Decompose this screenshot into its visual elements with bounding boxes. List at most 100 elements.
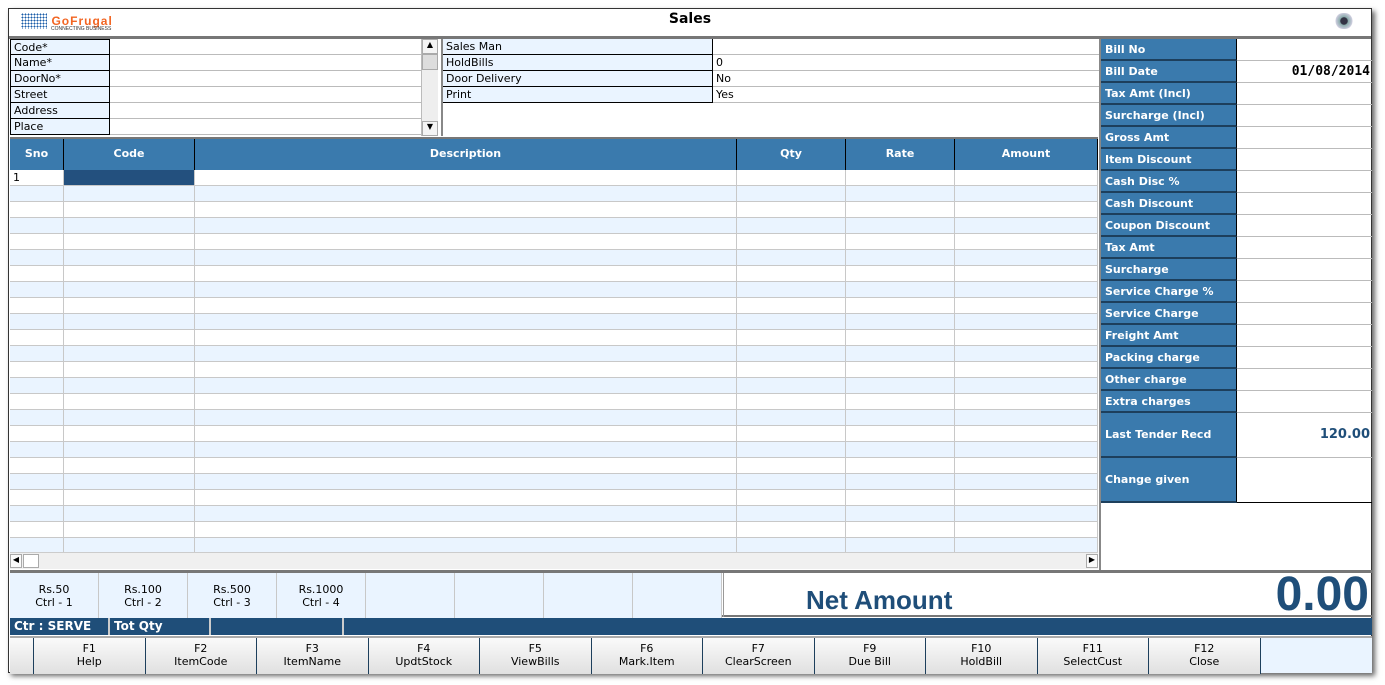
table-cell-code[interactable] (64, 378, 195, 394)
scroll-left-arrow[interactable]: ◀ (10, 554, 22, 568)
table-cell-rate[interactable] (846, 186, 955, 202)
table-cell-sno[interactable] (10, 234, 64, 250)
table-cell-amount[interactable] (955, 362, 1098, 378)
table-row[interactable] (10, 186, 1098, 202)
table-cell-qty[interactable] (737, 522, 846, 538)
summary-value-packing-charge[interactable] (1237, 347, 1372, 369)
summary-value-tax-amt-incl-[interactable] (1237, 83, 1372, 105)
sale-info-value[interactable] (713, 39, 1099, 55)
summary-value-service-charge-[interactable] (1237, 281, 1372, 303)
table-row[interactable] (10, 266, 1098, 282)
table-row[interactable] (10, 474, 1098, 490)
table-row[interactable] (10, 522, 1098, 538)
table-cell-amount[interactable] (955, 202, 1098, 218)
table-cell-rate[interactable] (846, 522, 955, 538)
table-cell-code[interactable] (64, 442, 195, 458)
scroll-down-arrow[interactable]: ▼ (422, 121, 438, 136)
h-scroll-thumb[interactable] (23, 554, 39, 568)
table-cell-qty[interactable] (737, 330, 846, 346)
table-row[interactable] (10, 394, 1098, 410)
table-cell-amount[interactable] (955, 506, 1098, 522)
grid-horizontal-scrollbar[interactable]: ◀ ▶ (10, 552, 1098, 569)
table-cell-amount[interactable] (955, 170, 1098, 186)
table-cell-rate[interactable] (846, 218, 955, 234)
table-cell-description[interactable] (195, 186, 737, 202)
table-cell-code[interactable] (64, 458, 195, 474)
fkey-itemname-button[interactable]: F3 ItemName (257, 638, 369, 674)
table-row[interactable] (10, 490, 1098, 506)
table-cell-code[interactable] (64, 234, 195, 250)
table-cell-rate[interactable] (846, 458, 955, 474)
table-cell-sno[interactable] (10, 474, 64, 490)
table-cell-amount[interactable] (955, 346, 1098, 362)
table-cell-code[interactable] (64, 202, 195, 218)
table-cell-sno[interactable] (10, 426, 64, 442)
table-cell-amount[interactable] (955, 250, 1098, 266)
table-cell-amount[interactable] (955, 490, 1098, 506)
table-cell-rate[interactable] (846, 250, 955, 266)
table-cell-description[interactable] (195, 458, 737, 474)
denomination-button[interactable]: Rs.1000 Ctrl - 4 (277, 573, 366, 618)
table-cell-qty[interactable] (737, 218, 846, 234)
table-cell-sno[interactable] (10, 362, 64, 378)
summary-value-coupon-discount[interactable] (1237, 215, 1372, 237)
table-cell-code[interactable] (64, 362, 195, 378)
fkey-viewbills-button[interactable]: F5 ViewBills (480, 638, 592, 674)
table-cell-qty[interactable] (737, 490, 846, 506)
table-cell-rate[interactable] (846, 266, 955, 282)
table-cell-code[interactable] (64, 282, 195, 298)
table-cell-sno[interactable] (10, 266, 64, 282)
table-cell-sno[interactable] (10, 346, 64, 362)
table-cell-description[interactable] (195, 522, 737, 538)
table-cell-qty[interactable] (737, 282, 846, 298)
table-cell-amount[interactable] (955, 458, 1098, 474)
fkey-itemcode-button[interactable]: F2 ItemCode (145, 638, 257, 674)
fkey-updtstock-button[interactable]: F4 UpdtStock (368, 638, 480, 674)
table-cell-sno[interactable] (10, 506, 64, 522)
summary-value-other-charge[interactable] (1237, 369, 1372, 391)
table-cell-sno[interactable] (10, 458, 64, 474)
table-cell-qty[interactable] (737, 234, 846, 250)
table-cell-description[interactable] (195, 266, 737, 282)
table-cell-description[interactable] (195, 490, 737, 506)
table-cell-code[interactable] (64, 394, 195, 410)
table-cell-qty[interactable] (737, 378, 846, 394)
table-row[interactable] (10, 442, 1098, 458)
sale-info-value[interactable]: No (713, 71, 1099, 87)
table-cell-code[interactable] (64, 474, 195, 490)
column-header-code[interactable]: Code (64, 139, 195, 170)
table-cell-description[interactable] (195, 394, 737, 410)
sale-info-value[interactable]: Yes (713, 87, 1099, 103)
table-cell-amount[interactable] (955, 442, 1098, 458)
table-cell-qty[interactable] (737, 442, 846, 458)
table-cell-sno[interactable] (10, 202, 64, 218)
table-cell-code[interactable] (64, 346, 195, 362)
table-cell-description[interactable] (195, 346, 737, 362)
table-cell-sno[interactable] (10, 394, 64, 410)
table-cell-amount[interactable] (955, 522, 1098, 538)
table-cell-sno[interactable] (10, 298, 64, 314)
table-cell-code[interactable] (64, 314, 195, 330)
fkey-clearscreen-button[interactable]: F7 ClearScreen (703, 638, 815, 674)
table-cell-rate[interactable] (846, 202, 955, 218)
denomination-button[interactable]: Rs.50 Ctrl - 1 (10, 573, 99, 618)
table-cell-amount[interactable] (955, 218, 1098, 234)
scroll-right-arrow[interactable]: ▶ (1086, 554, 1098, 568)
table-cell-rate[interactable] (846, 170, 955, 186)
table-cell-description[interactable] (195, 234, 737, 250)
column-header-sno[interactable]: Sno (10, 139, 64, 170)
table-cell-qty[interactable] (737, 506, 846, 522)
scroll-up-arrow[interactable]: ▲ (422, 39, 438, 54)
table-cell-qty[interactable] (737, 394, 846, 410)
table-cell-qty[interactable] (737, 170, 846, 186)
table-cell-code[interactable] (64, 426, 195, 442)
table-cell-amount[interactable] (955, 378, 1098, 394)
column-header-amount[interactable]: Amount (955, 139, 1098, 170)
table-cell-qty[interactable] (737, 346, 846, 362)
table-cell-rate[interactable] (846, 394, 955, 410)
table-cell-code[interactable] (64, 522, 195, 538)
table-cell-description[interactable] (195, 426, 737, 442)
table-cell-description[interactable] (195, 362, 737, 378)
fkey-selectcust-button[interactable]: F11 SelectCust (1037, 638, 1149, 674)
table-cell-code[interactable] (64, 186, 195, 202)
